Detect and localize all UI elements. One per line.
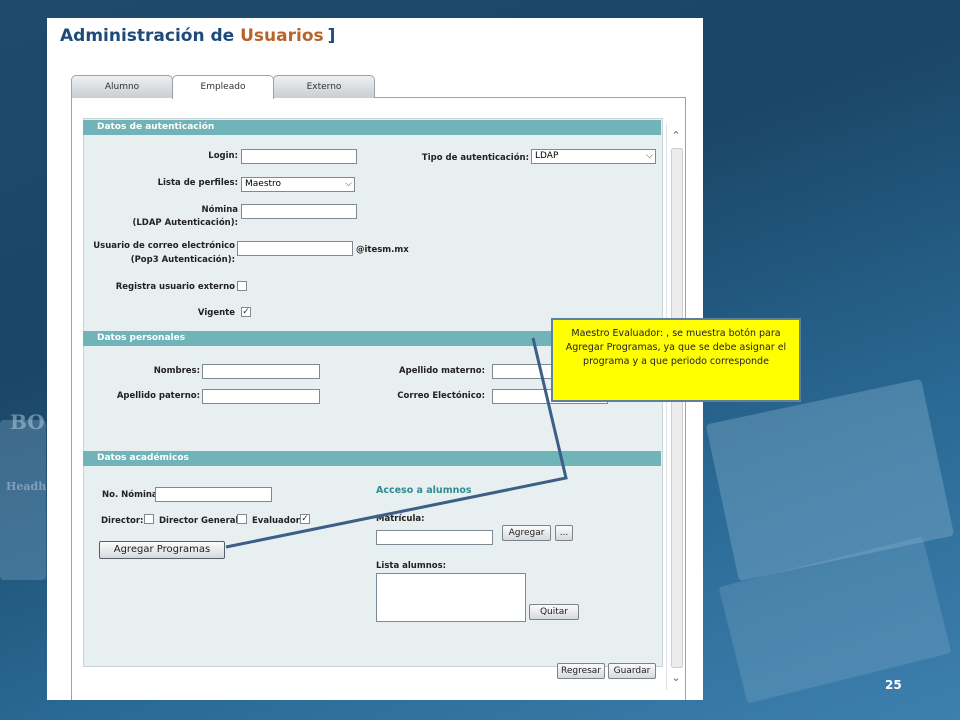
tipo-auth-selected: LDAP: [535, 151, 559, 161]
title-bracket: ]: [327, 26, 336, 46]
correo-domain: @itesm.mx: [356, 245, 409, 255]
section-header-auth: Datos de autenticación: [83, 120, 661, 135]
paterno-label: Apellido paterno:: [116, 391, 200, 401]
evaluador-label: Evaluador:: [252, 516, 304, 526]
correo-input[interactable]: [237, 241, 353, 256]
correo-label-line1: Usuario de correo electrónico: [93, 241, 235, 251]
background-word-2: Headh: [6, 480, 47, 493]
scroll-thumb[interactable]: [671, 148, 683, 668]
title-part-1: Administración de: [60, 26, 235, 46]
lista-alumnos-label: Lista alumnos:: [376, 561, 447, 571]
acceso-alumnos-title: Acceso a alumnos: [376, 485, 472, 496]
vigente-label: Vigente: [197, 308, 235, 318]
chevron-down-icon: ⌵: [646, 151, 653, 161]
correo-label-line2: (Pop3 Autenticación):: [130, 255, 235, 265]
login-label: Login:: [208, 151, 238, 161]
tab-bar: Alumno Empleado Externo: [71, 75, 685, 115]
nombres-input[interactable]: [202, 364, 320, 379]
chevron-down-icon: ⌵: [345, 179, 352, 189]
vertical-scrollbar[interactable]: ⌃ ⌄: [666, 124, 685, 690]
director-checkbox[interactable]: [144, 514, 154, 524]
title-part-2: Usuarios: [240, 26, 324, 46]
nomina-label-line1: Nómina: [201, 205, 238, 215]
background-document-3: [0, 420, 46, 580]
nombres-label: Nombres:: [153, 366, 200, 376]
director-label: Director:: [101, 516, 144, 526]
agregar-programas-button[interactable]: Agregar Programas: [99, 541, 225, 559]
tipo-auth-label: Tipo de autenticación:: [421, 153, 529, 163]
agregar-button[interactable]: Agregar: [502, 525, 551, 541]
matricula-input[interactable]: [376, 530, 493, 545]
perfiles-select[interactable]: Maestro ⌵: [241, 177, 355, 192]
page-title: Administración de Usuarios]: [60, 26, 335, 46]
nomina-input[interactable]: [241, 204, 357, 219]
paterno-input[interactable]: [202, 389, 320, 404]
checkmark-icon: ✓: [242, 307, 250, 317]
correo-personal-label: Correo Electónico:: [397, 391, 485, 401]
evaluador-checkbox[interactable]: ✓: [300, 514, 310, 524]
perfiles-selected: Maestro: [245, 179, 282, 189]
regresar-button[interactable]: Regresar: [557, 663, 605, 679]
login-input[interactable]: [241, 149, 357, 164]
background-word-1: BO: [10, 410, 45, 434]
academic-nomina-label: No. Nómina:: [102, 490, 162, 500]
tab-alumno[interactable]: Alumno: [71, 75, 173, 98]
annotation-callout: Maestro Evaluador: , se muestra botón pa…: [551, 318, 801, 402]
tab-externo[interactable]: Externo: [273, 75, 375, 98]
scroll-down-icon[interactable]: ⌄: [670, 672, 682, 684]
more-button[interactable]: ...: [555, 525, 573, 541]
director-general-label: Director General:: [159, 516, 242, 526]
quitar-button[interactable]: Quitar: [529, 604, 579, 620]
matricula-label: Matrícula:: [376, 514, 425, 524]
tab-empleado[interactable]: Empleado: [172, 75, 274, 99]
nomina-label-line2: (LDAP Autenticación):: [132, 218, 238, 228]
director-general-checkbox[interactable]: [237, 514, 247, 524]
scroll-up-icon[interactable]: ⌃: [670, 130, 682, 142]
externo-checkbox[interactable]: [237, 281, 247, 291]
lista-alumnos-box[interactable]: [376, 573, 526, 622]
perfiles-label: Lista de perfiles:: [157, 178, 238, 188]
vigente-checkbox[interactable]: ✓: [241, 307, 251, 317]
guardar-button[interactable]: Guardar: [608, 663, 656, 679]
checkmark-icon: ✓: [301, 514, 309, 524]
externo-label: Registra usuario externo: [115, 282, 235, 292]
section-header-academic: Datos académicos: [83, 451, 661, 466]
materno-label: Apellido materno:: [399, 366, 485, 376]
academic-nomina-input[interactable]: [155, 487, 272, 502]
slide-page-number: 25: [885, 678, 902, 692]
tipo-auth-select[interactable]: LDAP ⌵: [531, 149, 656, 164]
tab-content-border-left: [71, 97, 72, 700]
